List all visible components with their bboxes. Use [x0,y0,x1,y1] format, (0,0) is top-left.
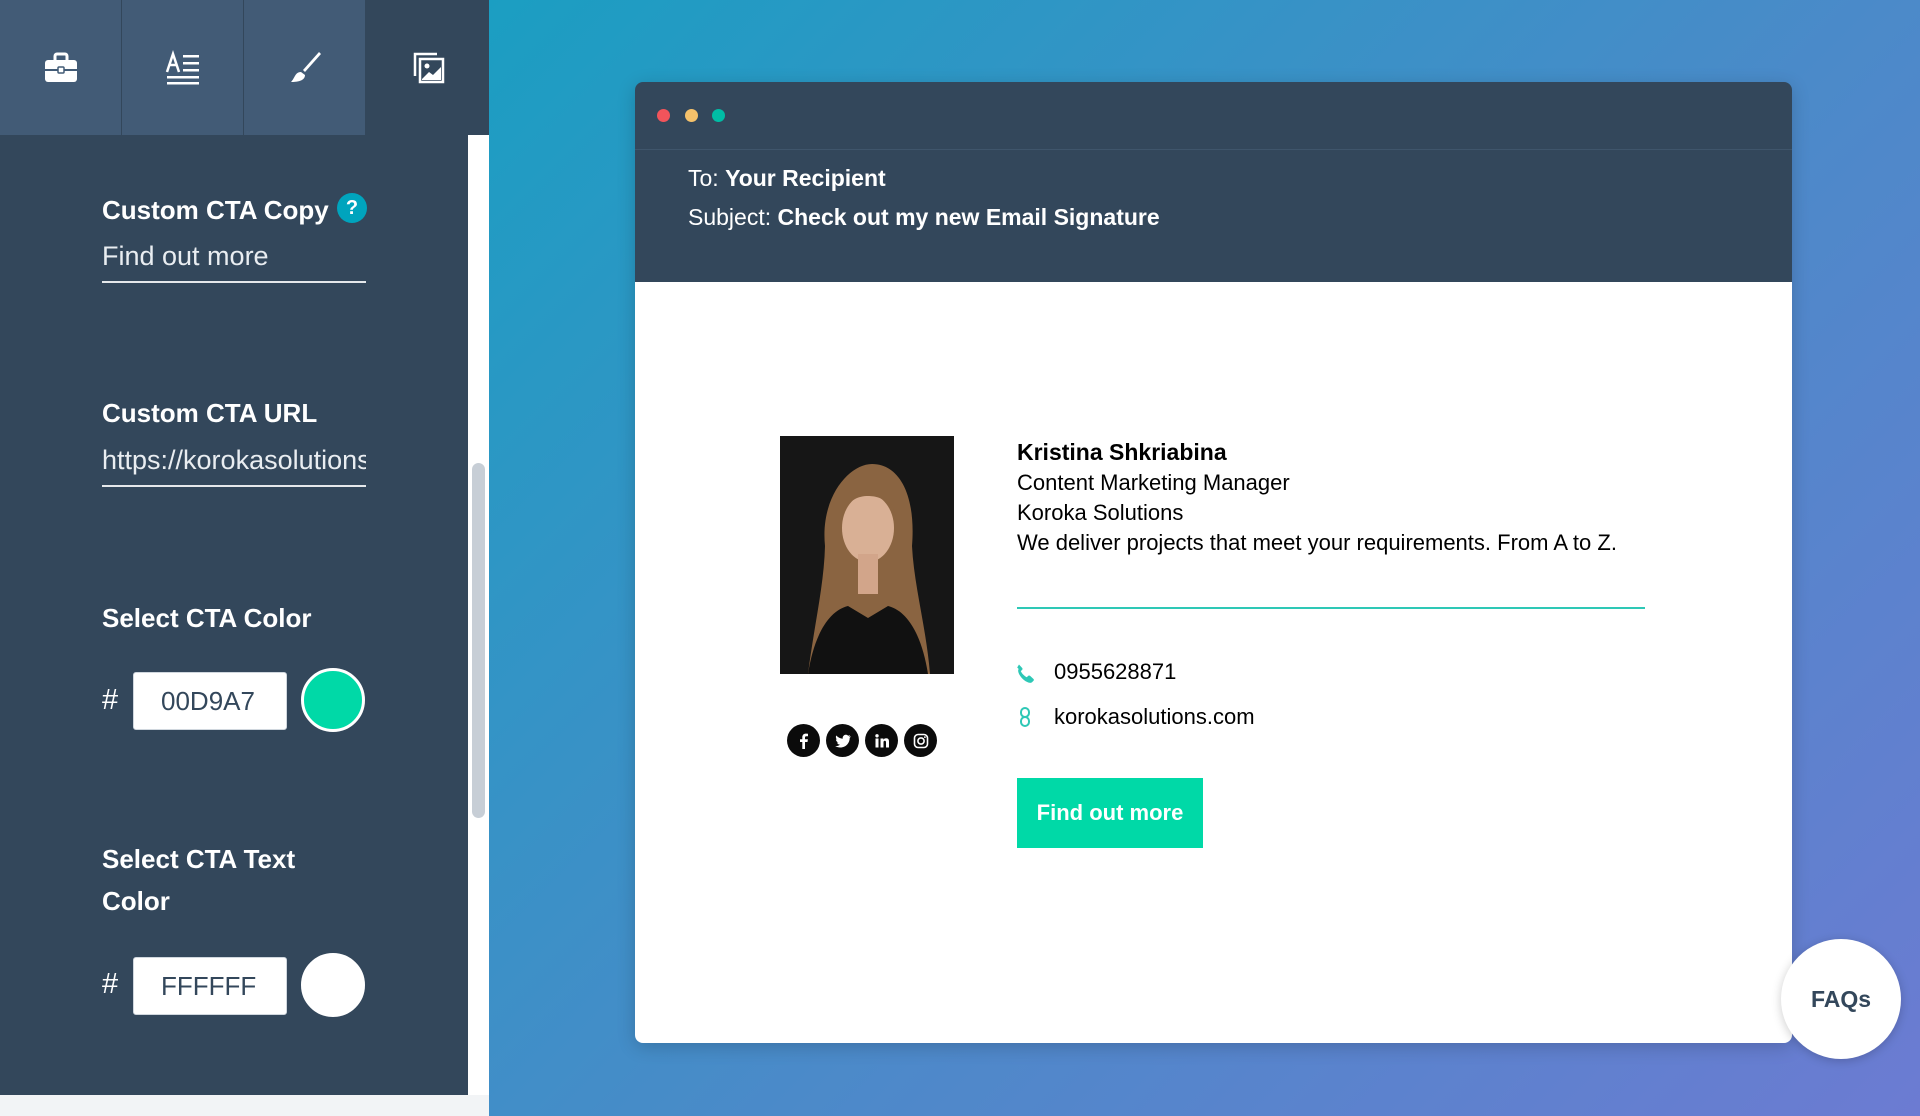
cta-url-input[interactable]: https://korokasolutions.com [102,445,366,487]
panel-tabs [0,0,489,135]
tab-details[interactable] [122,0,243,135]
email-body: Kristina Shkriabina Content Marketing Ma… [635,282,1792,1043]
preview-area: To: Your Recipient Subject: Check out my… [489,0,1920,1116]
twitter-icon[interactable] [826,724,859,757]
signature-tagline: We deliver projects that meet your requi… [1017,530,1617,555]
to-label: To: [688,165,719,191]
to-line: To: Your Recipient [688,165,886,192]
paintbrush-icon [290,51,321,82]
help-icon[interactable]: ? [337,193,367,223]
subject-label: Subject: [688,204,772,230]
image-gallery-icon [413,52,444,83]
cta-copy-input[interactable]: Find out more [102,241,366,283]
linkedin-icon[interactable] [865,724,898,757]
cta-color-swatch[interactable] [301,668,365,732]
social-icons [787,724,937,757]
tab-styling[interactable] [244,0,365,135]
cta-copy-label: Custom CTA Copy [102,195,329,225]
phone-icon [1017,664,1034,683]
tab-images[interactable] [366,0,487,135]
signature-title: Content Marketing Manager [1017,470,1290,495]
to-value: Your Recipient [725,165,886,191]
signature-divider [1017,607,1645,609]
cta-color-label: Select CTA Color [102,603,312,633]
cta-text-color-input[interactable]: FFFFFF [133,957,287,1015]
instagram-icon[interactable] [904,724,937,757]
portrait-image [780,436,954,674]
briefcase-icon [44,52,77,82]
close-dot [657,109,670,122]
signature-company: Koroka Solutions [1017,500,1184,525]
signature-website[interactable]: korokasolutions.com [1054,704,1255,730]
subject-value: Check out my new Email Signature [777,204,1160,230]
scrollbar-thumb[interactable] [472,463,485,818]
signature-phone[interactable]: 0955628871 [1054,659,1176,685]
email-preview-window: To: Your Recipient Subject: Check out my… [635,82,1792,1043]
maximize-dot [712,109,725,122]
signature-name: Kristina Shkriabina [1017,439,1227,465]
panel-footer [0,1095,489,1116]
cta-color-input[interactable]: 00D9A7 [133,672,287,730]
faqs-button[interactable]: FAQs [1781,939,1901,1059]
cta-text-color-label: Select CTA Text [102,844,296,874]
settings-form: Custom CTA Copy ? Find out more Custom C… [0,135,468,1095]
link-icon [1020,707,1030,727]
email-header: To: Your Recipient Subject: Check out my… [635,150,1792,282]
cta-color-hash: # [102,684,119,716]
cta-text-color-label-cont: Color [102,886,170,916]
cta-button[interactable]: Find out more [1017,778,1203,848]
settings-panel: Custom CTA Copy ? Find out more Custom C… [0,0,489,1116]
subject-line: Subject: Check out my new Email Signatur… [688,204,1160,231]
profile-photo [780,436,954,674]
tab-templates[interactable] [0,0,121,135]
text-format-icon [165,49,199,84]
cta-text-color-hash: # [102,968,119,1000]
facebook-icon[interactable] [787,724,820,757]
minimize-dot [685,109,698,122]
cta-text-color-swatch[interactable] [301,953,365,1017]
cta-url-label: Custom CTA URL [102,398,318,428]
window-titlebar [635,82,1792,150]
